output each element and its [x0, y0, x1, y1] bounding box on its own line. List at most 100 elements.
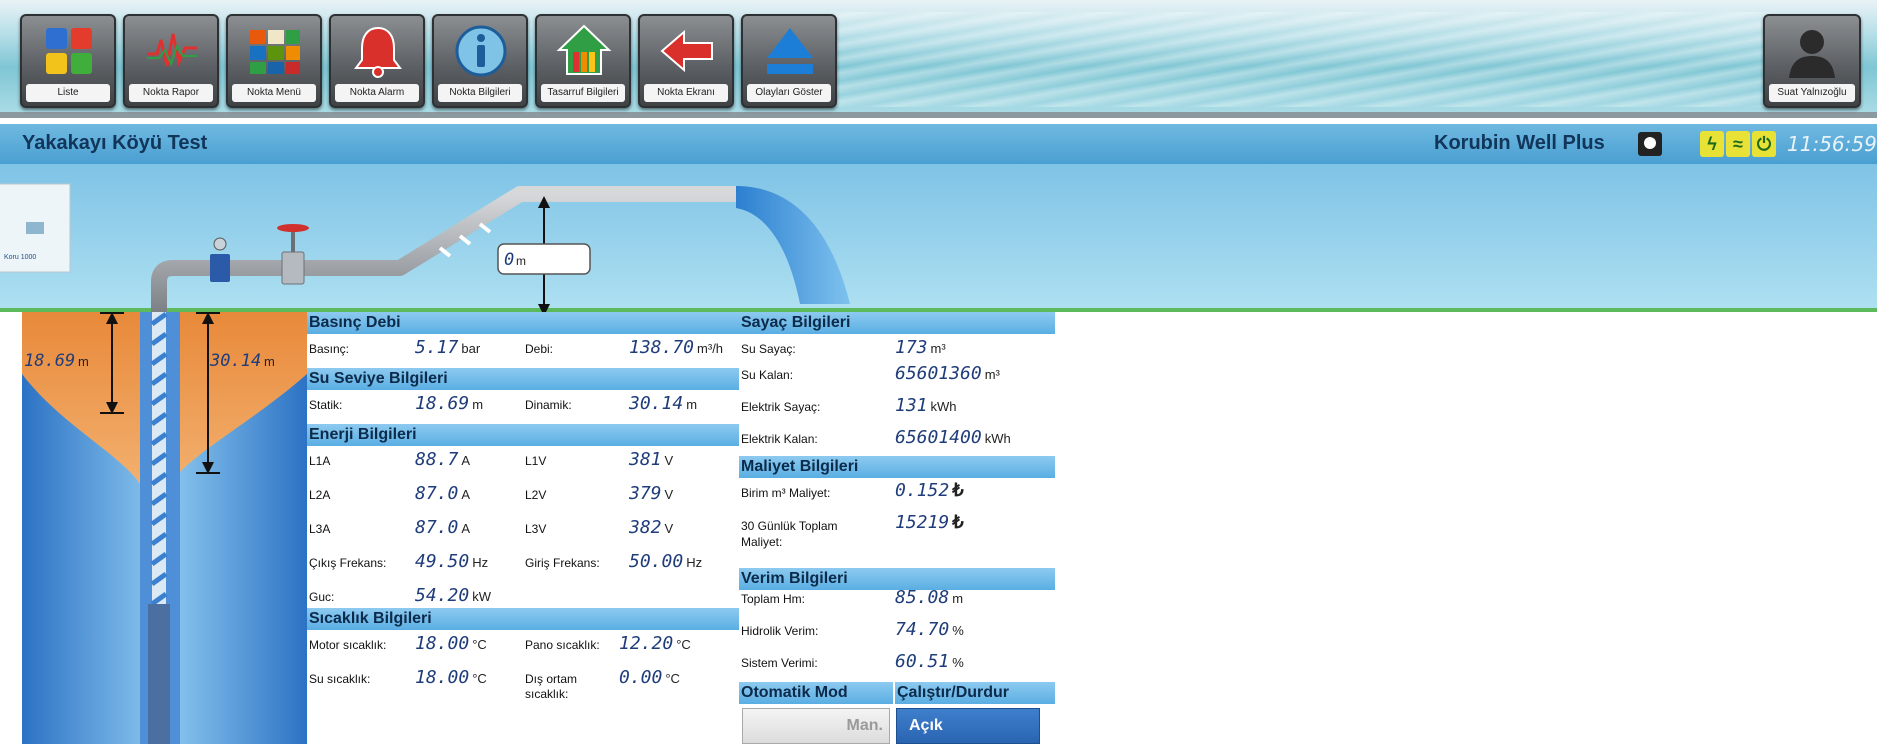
cikis-frekans-label: Çıkış Frekans:: [309, 556, 387, 570]
pano-sicaklik-value: 12.20 °C: [619, 633, 691, 654]
dinamik-value: 30.14 m: [629, 393, 698, 414]
sistem-verimi-label: Sistem Verimi:: [741, 656, 818, 670]
house-icon: [556, 24, 612, 75]
head-height-value: 0: [504, 250, 514, 270]
info-panel-right: Sayaç Bilgileri Su Sayaç: 173 m³ Su Kalan…: [739, 312, 1055, 744]
l3a-value: 87.0 A: [415, 517, 471, 538]
user-name: Suat Yalnızoğlu: [1769, 84, 1855, 102]
site-title: Yakakayı Köyü Test: [22, 132, 208, 154]
su-kalan-value: 65601360 m³: [895, 363, 1000, 384]
tasarruf-bilgileri-button-label: Tasarruf Bilgileri: [541, 84, 625, 102]
l1v-label: L1V: [525, 454, 547, 468]
info-icon: [455, 25, 507, 77]
power-icon: ⏻: [1752, 131, 1776, 157]
grid-colors-icon: [46, 28, 92, 74]
control-panel-label: Koru 1000: [4, 254, 36, 261]
su-sayac-value: 173 m³: [895, 337, 946, 358]
static-level-unit: m: [78, 354, 89, 369]
hidrolik-verim-value: 74.70%: [895, 619, 964, 640]
l2a-value: 87.0 A: [415, 483, 471, 504]
liste-button[interactable]: Liste: [20, 14, 116, 108]
sicaklik-header: Sıcaklık Bilgileri: [307, 608, 739, 630]
bell-icon: [354, 26, 402, 78]
nokta-alarm-button[interactable]: Nokta Alarm: [329, 14, 425, 108]
dis-ortam-value: 0.00 °C: [619, 667, 680, 688]
nokta-rapor-button[interactable]: Nokta Rapor: [123, 14, 219, 108]
basinc-label: Basınç:: [309, 342, 350, 356]
nokta-alarm-button-label: Nokta Alarm: [335, 84, 419, 102]
nokta-rapor-button-label: Nokta Rapor: [129, 84, 213, 102]
elektrik-kalan-value: 65601400 kWh: [895, 427, 1011, 448]
waveform-icon: [147, 33, 197, 67]
nokta-ekrani-button[interactable]: Nokta Ekranı: [638, 14, 734, 108]
clock-time: 11:56:59: [1787, 132, 1877, 156]
toplam-maliyet-label: 30 Günlük Toplam Maliyet:: [741, 519, 838, 549]
back-arrow-icon: [660, 29, 713, 73]
menu-squares-icon: [250, 30, 300, 74]
head-height-unit: m: [516, 254, 526, 268]
otomatik-mod-header: Otomatik Mod: [739, 682, 893, 704]
debi-label: Debi:: [525, 342, 554, 356]
run-toggle-button[interactable]: Açık: [896, 708, 1040, 744]
su-seviye-header: Su Seviye Bilgileri: [307, 368, 739, 390]
statik-label: Statik:: [309, 398, 343, 412]
flow-meter: [210, 237, 230, 282]
olaylari-goster-button[interactable]: Olayları Göster: [741, 14, 837, 108]
nokta-bilgileri-button-label: Nokta Bilgileri: [438, 84, 522, 102]
manual-mode-button[interactable]: Man.: [742, 708, 890, 744]
eject-icon: [767, 28, 813, 74]
l2a-label: L2A: [309, 488, 331, 502]
elektrik-sayac-value: 131 kWh: [895, 395, 957, 416]
nokta-ekrani-button-label: Nokta Ekranı: [644, 84, 728, 102]
toolbar-water-decoration: [830, 12, 1770, 107]
su-sicaklik-label: Su sıcaklık:: [309, 672, 371, 686]
gate-valve-icon[interactable]: [277, 224, 309, 285]
su-sicaklik-value: 18.00 °C: [415, 667, 487, 688]
hidrolik-verim-label: Hidrolik Verim:: [741, 624, 819, 638]
debi-value: 138.70 m³/h: [629, 337, 724, 358]
control-panel-box: Koru 1000: [0, 183, 71, 273]
app-window: Liste Nokta Rapor Nokta Menü Nokta Alarm: [0, 0, 1877, 744]
motor-sicaklik-label: Motor sıcaklık:: [309, 638, 387, 652]
nokta-bilgileri-button[interactable]: Nokta Bilgileri: [432, 14, 528, 108]
product-name: Korubin Well Plus: [1434, 132, 1605, 154]
water-outflow: [736, 186, 850, 304]
l1a-label: L1A: [309, 454, 331, 468]
sistem-verimi-value: 60.51%: [895, 651, 964, 672]
dynamic-level-value: 30.14: [209, 351, 261, 371]
enerji-header: Enerji Bilgileri: [307, 424, 739, 446]
giris-frekans-label: Giriş Frekans:: [525, 556, 600, 570]
user-button[interactable]: Suat Yalnızoğlu: [1763, 14, 1861, 108]
basinc-debi-header: Basınç Debi: [307, 312, 739, 334]
l3v-value: 382 V: [629, 517, 674, 538]
su-sayac-label: Su Sayaç:: [741, 342, 796, 356]
olaylari-goster-button-label: Olayları Göster: [747, 84, 831, 102]
l1a-value: 88.7 A: [415, 449, 471, 470]
info-panel-left: Basınç Debi Basınç: 5.17 bar Debi: 138.70…: [307, 312, 739, 744]
tasarruf-bilgileri-button[interactable]: Tasarruf Bilgileri: [535, 14, 631, 108]
submersible-pump: [148, 604, 170, 744]
toplam-maliyet-value: 15219 ₺: [895, 512, 964, 533]
statik-value: 18.69 m: [415, 393, 484, 414]
dis-ortam-label: Dış ortam sıcaklık:: [525, 672, 578, 701]
sayac-header: Sayaç Bilgileri: [739, 312, 1055, 334]
birim-maliyet-value: 0.152 ₺: [895, 480, 964, 501]
nokta-menu-button[interactable]: Nokta Menü: [226, 14, 322, 108]
giris-frekans-value: 50.00 Hz: [629, 551, 703, 572]
static-level-value: 18.69: [24, 351, 75, 371]
liste-button-label: Liste: [26, 84, 110, 102]
maliyet-header: Maliyet Bilgileri: [739, 456, 1055, 478]
dinamik-label: Dinamik:: [525, 398, 572, 412]
l2v-value: 379 V: [629, 483, 674, 504]
l2v-label: L2V: [525, 488, 547, 502]
cikis-frekans-value: 49.50 Hz: [415, 551, 489, 572]
head-height-indicator: 0 m: [497, 196, 591, 316]
elektrik-sayac-label: Elektrik Sayaç:: [741, 400, 821, 414]
guc-value: 54.20 kW: [415, 585, 491, 606]
birim-maliyet-label: Birim m³ Maliyet:: [741, 486, 831, 500]
clock-icon[interactable]: [1638, 132, 1662, 156]
nokta-menu-button-label: Nokta Menü: [232, 84, 316, 102]
basinc-value: 5.17 bar: [415, 337, 481, 358]
l3v-label: L3V: [525, 522, 547, 536]
title-bar: Yakakayı Köyü Test Korubin Well Plus ϟ ≈…: [0, 124, 1877, 164]
